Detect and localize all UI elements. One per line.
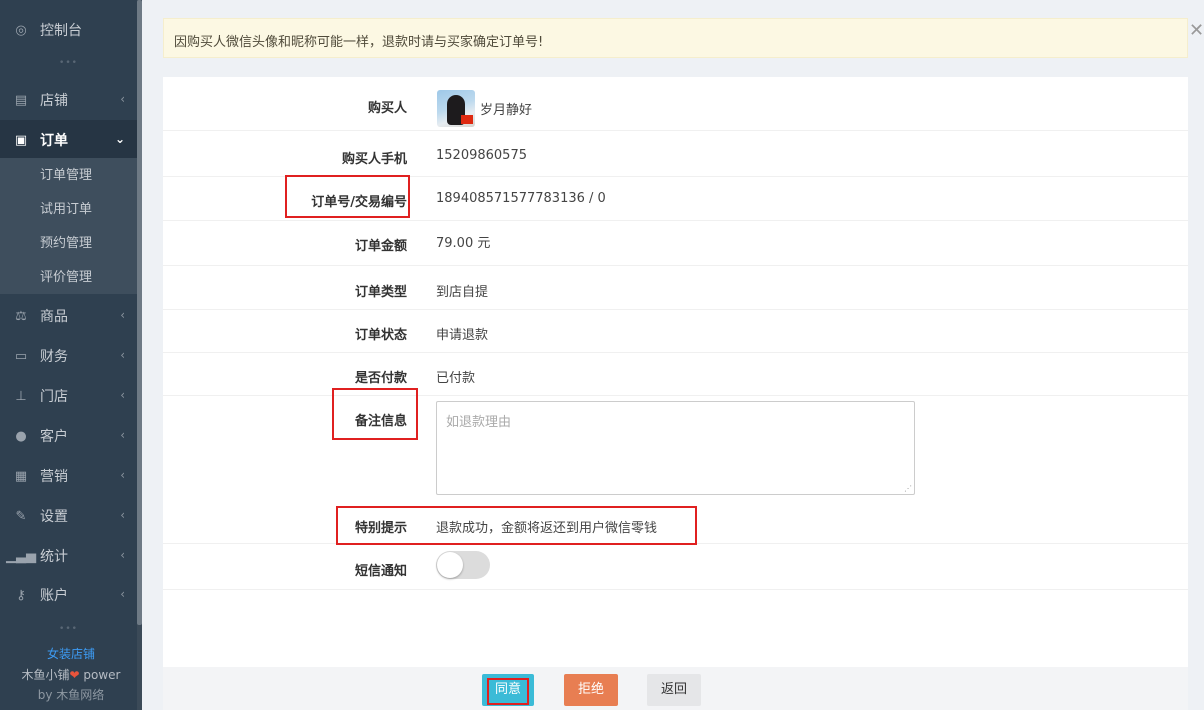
submenu-review-manage[interactable]: 评价管理 (40, 261, 92, 295)
status-label: 订单状态 (354, 328, 407, 343)
submenu-booking-manage[interactable]: 预约管理 (40, 227, 92, 261)
sms-label: 短信通知 (354, 564, 407, 579)
highlight-box-remark (332, 388, 418, 440)
submenu-order-manage[interactable]: 订单管理 (40, 159, 92, 193)
nav-item-customer[interactable]: ● 客户 ‹ (0, 416, 137, 456)
order-type: 到店自提 (436, 285, 489, 300)
refund-notice: 因购买人微信头像和昵称可能一样，退款时请与买家确定订单号! (163, 18, 1188, 58)
chevron-left-icon: ‹ (120, 388, 125, 402)
highlight-box-agree (487, 678, 529, 705)
shop-icon: ▤ (14, 92, 28, 108)
nav-item-store[interactable]: ⊥ 门店 ‹ (0, 376, 137, 416)
nav-item-settings[interactable]: ✎ 设置 ‹ (0, 496, 137, 536)
chevron-left-icon: ‹ (120, 548, 125, 562)
row-buyer: 购买人 岁月静好 (163, 77, 1188, 131)
chevron-left-icon: ‹ (120, 508, 125, 522)
key-icon: ⚷ (16, 587, 26, 603)
sidebar: ◎ 控制台 ••• ▤ 店铺 ‹ ▣ 订单 ⌄ 订单管理 试用订单 预约管理 评… (0, 0, 142, 710)
nav-item-label: 商品 (40, 309, 68, 325)
chevron-left-icon: ‹ (120, 348, 125, 362)
chevron-down-icon: ⌄ (114, 132, 125, 146)
money-icon: ▣ (14, 132, 28, 148)
power-suffix: power (79, 668, 121, 682)
type-label: 订单类型 (354, 285, 407, 300)
resize-grip-icon[interactable]: ⋰ (904, 484, 912, 493)
order-no: 189408571577783136 / 0 (436, 191, 606, 206)
row-phone: 购买人手机 15209860575 (163, 131, 1188, 177)
nav-dashboard[interactable]: ◎ 控制台 (0, 10, 137, 50)
row-sms: 短信通知 (163, 544, 1188, 590)
wrench-icon: ✎ (15, 508, 27, 524)
dashboard-icon: ◎ (15, 22, 27, 38)
remark-placeholder: 如退款理由 (446, 415, 512, 430)
nav-item-label: 店铺 (40, 93, 68, 109)
submenu-trial-order[interactable]: 试用订单 (40, 193, 92, 227)
paid-label: 是否付款 (354, 371, 407, 386)
heart-icon: ❤ (69, 668, 80, 682)
scale-icon: ⚖ (15, 308, 27, 324)
sidebar-scrollbar-thumb[interactable] (137, 0, 142, 625)
nav-item-goods[interactable]: ⚖ 商品 ‹ (0, 296, 137, 336)
sms-toggle[interactable] (436, 551, 490, 579)
nav-item-account[interactable]: ⚷ 账户 ‹ (0, 575, 137, 615)
nav-item-stats[interactable]: ▁▃▅ 统计 ‹ (0, 536, 137, 576)
nav-item-label: 订单 (40, 133, 68, 149)
by-text: by 木鱼网络 (37, 688, 105, 702)
remark-textarea[interactable]: 如退款理由 ⋰ (436, 401, 915, 495)
order-status: 申请退款 (436, 328, 489, 343)
buyer-label: 购买人 (367, 101, 407, 116)
nav-item-label: 客户 (40, 429, 68, 445)
chevron-left-icon: ‹ (120, 428, 125, 442)
signal-icon: ▁▃▅ (6, 548, 36, 564)
buyer-name: 岁月静好 (480, 103, 533, 118)
row-paid: 是否付款 已付款 (163, 353, 1188, 396)
phone-label: 购买人手机 (341, 152, 407, 167)
row-status: 订单状态 申请退款 (163, 310, 1188, 353)
nav-item-label: 门店 (40, 389, 68, 405)
highlight-box-tip (336, 506, 697, 545)
chevron-left-icon: ‹ (120, 468, 125, 482)
amount-label: 订单金额 (354, 239, 407, 254)
divider-dots: ••• (59, 624, 78, 634)
nav-dashboard-label: 控制台 (40, 23, 82, 39)
users-icon: ● (15, 428, 27, 444)
highlight-box-order-no (285, 175, 410, 218)
sms-toggle-knob (437, 552, 463, 578)
chevron-left-icon: ‹ (120, 92, 125, 106)
nav-item-finance[interactable]: ▭ 财务 ‹ (0, 336, 137, 376)
close-icon[interactable]: ✕ (1189, 20, 1204, 41)
nav-item-label: 财务 (40, 349, 68, 365)
gift-icon: ▦ (14, 468, 28, 484)
nav-item-label: 营销 (40, 469, 68, 485)
cash-icon: ▭ (14, 348, 28, 364)
reject-button[interactable]: 拒绝 (564, 674, 618, 706)
store-name[interactable]: 女装店铺 (0, 645, 142, 662)
buyer-phone: 15209860575 (436, 148, 527, 163)
row-type: 订单类型 到店自提 (163, 266, 1188, 310)
back-button[interactable]: 返回 (647, 674, 701, 706)
sitemap-icon: ⊥ (15, 388, 27, 404)
nav-item-shop[interactable]: ▤ 店铺 ‹ (0, 80, 137, 120)
divider-dots: ••• (59, 58, 78, 68)
power-prefix: 木鱼小铺 (21, 668, 70, 682)
row-amount: 订单金额 79.00 元 (163, 221, 1188, 266)
order-amount: 79.00 元 (436, 236, 491, 251)
chevron-left-icon: ‹ (120, 308, 125, 322)
order-submenu: 订单管理 试用订单 预约管理 评价管理 (0, 158, 137, 294)
power-text: 木鱼小铺❤ power (0, 666, 142, 683)
nav-item-marketing[interactable]: ▦ 营销 ‹ (0, 456, 137, 496)
nav-item-label: 账户 (40, 588, 68, 604)
paid-status: 已付款 (436, 371, 476, 386)
nav-item-label: 设置 (40, 509, 68, 525)
chevron-left-icon: ‹ (120, 587, 125, 601)
nav-item-order[interactable]: ▣ 订单 ⌄ (0, 120, 137, 160)
refund-form-panel: 购买人 岁月静好 购买人手机 15209860575 订单号/交易编号 1894… (163, 77, 1188, 667)
buyer-avatar (437, 90, 475, 127)
nav-item-label: 统计 (40, 549, 68, 565)
